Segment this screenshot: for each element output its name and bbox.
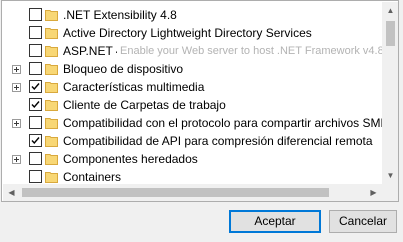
- vertical-scroll-thumb[interactable]: [386, 21, 395, 46]
- tree-item-label: Bloqueo de dispositivo: [63, 62, 184, 76]
- scroll-right-icon[interactable]: ▶: [365, 184, 382, 201]
- tree-item-label: Compatibilidad con el protocolo para com…: [63, 116, 389, 130]
- tree-item[interactable]: Compatibilidad con el protocolo para com…: [2, 114, 388, 132]
- folder-icon: [45, 62, 58, 75]
- tree-item-label: Containers: [63, 170, 122, 184]
- feature-checkbox[interactable]: [29, 116, 42, 129]
- tree-item[interactable]: Compatibilidad de API para compresión di…: [2, 132, 382, 150]
- feature-checkbox[interactable]: [29, 44, 42, 57]
- plus-expander-icon[interactable]: [12, 155, 21, 164]
- tooltip: Enable your Web server to host .NET Fram…: [117, 44, 398, 59]
- folder-icon: [45, 26, 58, 39]
- check-icon: [31, 137, 40, 145]
- tree-item-label: Componentes heredados: [63, 152, 198, 166]
- feature-checkbox[interactable]: [29, 170, 42, 183]
- folder-icon: [45, 134, 58, 147]
- scroll-left-icon[interactable]: ◀: [3, 184, 20, 201]
- plus-expander-icon[interactable]: [12, 65, 21, 74]
- features-tree: .NET Extensibility 4.8 Active Directory L…: [1, 0, 399, 202]
- feature-checkbox[interactable]: [29, 80, 42, 93]
- folder-icon: [45, 116, 58, 129]
- tree-item-label: Cliente de Carpetas de trabajo: [63, 98, 226, 112]
- feature-checkbox[interactable]: [29, 26, 42, 39]
- folder-icon: [45, 44, 58, 57]
- feature-checkbox[interactable]: [29, 98, 42, 111]
- scroll-down-icon[interactable]: ▼: [382, 167, 398, 184]
- check-icon: [31, 83, 40, 91]
- accept-button[interactable]: Aceptar: [229, 210, 321, 233]
- tree-item[interactable]: Componentes heredados: [2, 150, 382, 168]
- feature-checkbox[interactable]: [29, 134, 42, 147]
- scroll-corner: [382, 184, 398, 201]
- feature-checkbox[interactable]: [29, 152, 42, 165]
- folder-icon: [45, 170, 58, 183]
- check-icon: [31, 101, 40, 109]
- feature-checkbox[interactable]: [29, 8, 42, 21]
- tree-item[interactable]: Cliente de Carpetas de trabajo: [2, 96, 382, 114]
- folder-icon: [45, 152, 58, 165]
- vertical-scrollbar[interactable]: ▲ ▼: [382, 2, 398, 184]
- horizontal-scroll-thumb[interactable]: [22, 188, 329, 197]
- tree-item[interactable]: .NET Extensibility 4.8: [2, 6, 382, 24]
- plus-expander-icon[interactable]: [12, 119, 21, 128]
- scroll-up-icon[interactable]: ▲: [382, 2, 398, 19]
- plus-expander-icon[interactable]: [12, 83, 21, 92]
- horizontal-scrollbar[interactable]: ◀ ▶: [3, 184, 382, 201]
- tree-item-label: .NET Extensibility 4.8: [63, 8, 177, 22]
- tree-item-label: Características multimedia: [63, 80, 205, 94]
- tree-item[interactable]: Bloqueo de dispositivo: [2, 60, 382, 78]
- folder-icon: [45, 98, 58, 111]
- tree-item-label: Compatibilidad de API para compresión di…: [63, 134, 373, 148]
- cancel-button[interactable]: Cancelar: [329, 210, 397, 233]
- tree-item[interactable]: Características multimedia: [2, 78, 382, 96]
- feature-checkbox[interactable]: [29, 62, 42, 75]
- folder-icon: [45, 80, 58, 93]
- folder-icon: [45, 8, 58, 21]
- tree-item-label: Active Directory Lightweight Directory S…: [63, 26, 312, 40]
- tree-item[interactable]: Active Directory Lightweight Directory S…: [2, 24, 382, 42]
